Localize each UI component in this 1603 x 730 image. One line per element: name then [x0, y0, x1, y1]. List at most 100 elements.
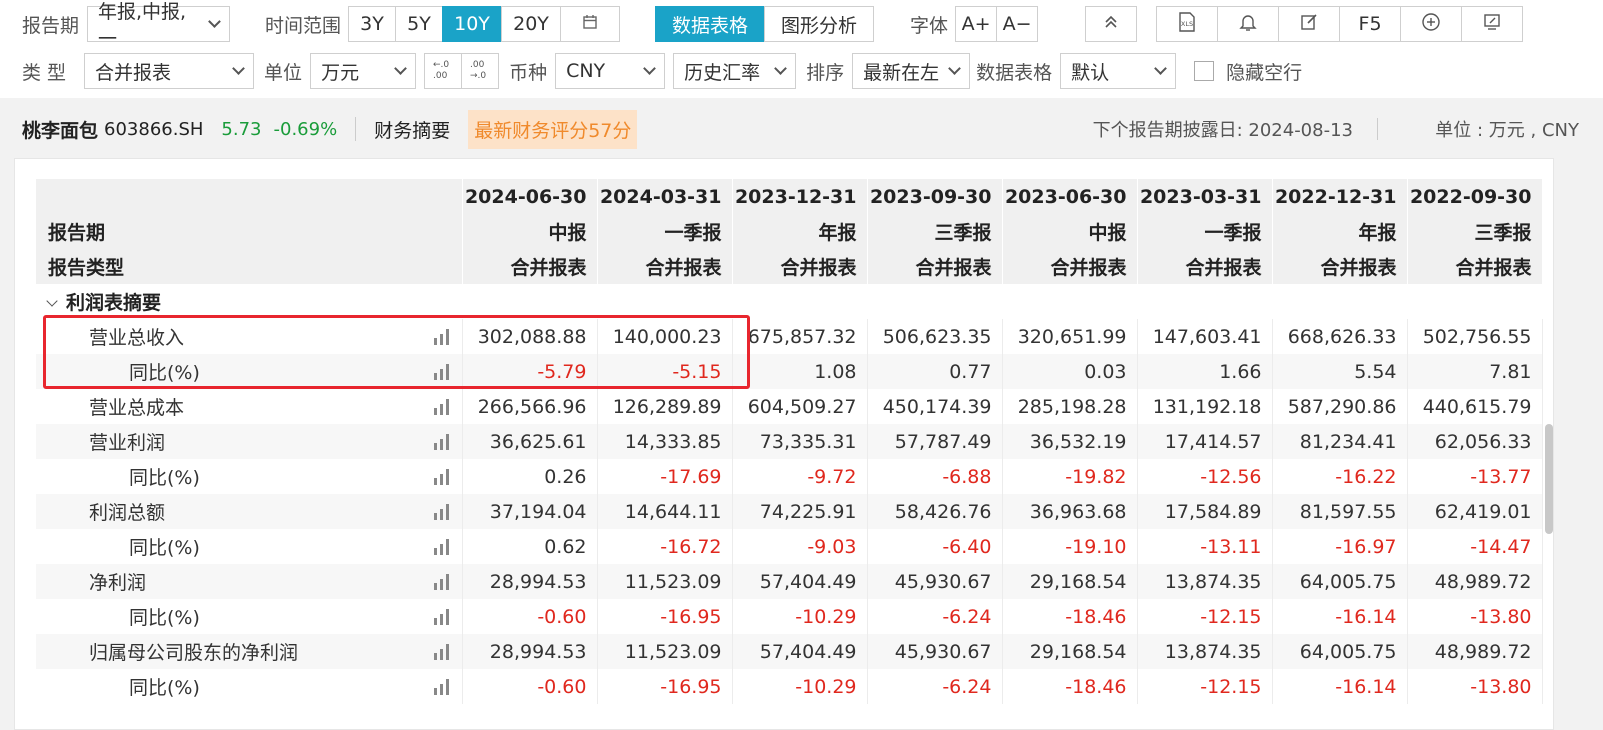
table-row[interactable]: 同比(%) 0.62 -16.72 -9.03 -6.40 -19.10 -13.11 -16… — [36, 529, 1543, 564]
table-cell: -13.11 — [1137, 529, 1273, 564]
alert-button[interactable] — [1217, 6, 1280, 42]
report-period-label: 报告期 — [22, 14, 80, 37]
stock-change: -0.69% — [273, 118, 338, 140]
calendar-button[interactable] — [560, 6, 621, 42]
edit-button[interactable] — [1278, 6, 1341, 42]
type-select[interactable]: 合并报表 — [84, 53, 255, 89]
unit-select[interactable]: 万元 — [310, 53, 417, 89]
table-cell: 0.03 — [1002, 354, 1138, 389]
table-cell: 266,566.96 — [462, 389, 598, 424]
currency-select[interactable]: CNY — [555, 53, 666, 89]
time-range-20y[interactable]: 20Y — [501, 6, 562, 42]
table-cell: 36,532.19 — [1002, 424, 1138, 459]
table-cell: -16.95 — [597, 599, 733, 634]
currency-label: 币种 — [509, 61, 548, 84]
table-cell: 302,088.88 — [462, 319, 598, 354]
section-toggle[interactable]: 利润表摘要 — [36, 284, 462, 319]
table-cell: -6.24 — [867, 669, 1003, 704]
bell-icon — [1238, 12, 1258, 37]
table-row[interactable]: 营业总成本 266,566.96 126,289.89 604,509.27 450,1… — [36, 389, 1543, 424]
add-button[interactable] — [1400, 6, 1463, 42]
bar-chart-icon[interactable] — [433, 539, 452, 555]
table-cell: -6.24 — [867, 599, 1003, 634]
column-period: 年报 — [1272, 214, 1408, 249]
table-cell: 57,404.49 — [732, 564, 868, 599]
bar-chart-icon[interactable] — [433, 399, 452, 415]
hide-empty-checkbox[interactable] — [1194, 61, 1215, 81]
table-cell: 285,198.28 — [1002, 389, 1138, 424]
row-label: 净利润 — [36, 564, 463, 599]
table-cell: -16.97 — [1272, 529, 1408, 564]
bar-chart-icon[interactable] — [433, 469, 452, 485]
table-row[interactable]: 同比(%) -5.79 -5.15 1.08 0.77 0.03 1.66 5.54 7.81 — [36, 354, 1543, 389]
header-label-period: 报告期 — [36, 214, 463, 249]
table-cell: 5.54 — [1272, 354, 1408, 389]
table-row[interactable]: 归属母公司股东的净利润 28,994.53 11,523.09 57,404.49 45… — [36, 634, 1543, 669]
table-cell: 29,168.54 — [1002, 564, 1138, 599]
bar-chart-icon[interactable] — [433, 364, 452, 380]
time-range-10y[interactable]: 10Y — [442, 6, 503, 42]
bar-chart-icon[interactable] — [433, 434, 452, 450]
export-excel-button[interactable]: XLS — [1156, 6, 1219, 42]
bar-chart-icon[interactable] — [433, 679, 452, 695]
row-label: 营业总收入 — [36, 319, 463, 354]
sort-select[interactable]: 最新在左 — [852, 53, 971, 89]
table-cell: -6.88 — [867, 459, 1003, 494]
type-value: 合并报表 — [95, 61, 172, 84]
table-cell: 28,994.53 — [462, 634, 598, 669]
header-corner — [36, 179, 463, 214]
table-row[interactable]: 同比(%) 0.26 -17.69 -9.72 -6.88 -19.82 -12.56 -16… — [36, 459, 1543, 494]
section-row[interactable]: 利润表摘要 — [36, 284, 1542, 319]
unit-label: 单位 — [264, 61, 303, 84]
table-cell: 450,174.39 — [867, 389, 1003, 424]
table-cell: -18.46 — [1002, 669, 1138, 704]
column-period: 中报 — [1002, 214, 1138, 249]
table-value: 默认 — [1071, 61, 1110, 84]
report-period-select[interactable]: 年报,中报,一 — [87, 1, 231, 50]
table-cell: 48,989.72 — [1407, 564, 1543, 599]
tab-chart-analysis[interactable]: 图形分析 — [764, 6, 875, 42]
column-date: 2022-12-31 — [1272, 179, 1408, 214]
vertical-scrollbar[interactable] — [1545, 424, 1553, 534]
row-label-text: 营业总成本 — [89, 397, 185, 419]
decimal-decrease-button[interactable]: ←.0.00 — [424, 53, 463, 89]
popout-button[interactable] — [1461, 6, 1524, 42]
table-row[interactable]: 营业总收入 302,088.88 140,000.23 675,857.32 506,6… — [36, 319, 1543, 354]
section-title: 财务摘要 — [374, 119, 451, 142]
divider — [1377, 118, 1378, 140]
view-tabs: 数据表格 图形分析 — [655, 6, 875, 42]
table-cell: 45,930.67 — [867, 634, 1003, 669]
table-row[interactable]: 同比(%) -0.60 -16.95 -10.29 -6.24 -18.46 -12.15-… — [36, 669, 1543, 704]
table-select[interactable]: 默认 — [1060, 53, 1177, 89]
bar-chart-icon[interactable] — [433, 504, 452, 520]
time-range-5y[interactable]: 5Y — [395, 6, 444, 42]
table-cell: 73,335.31 — [732, 424, 868, 459]
decimal-increase-button[interactable]: .00 →.0 — [461, 53, 500, 89]
score-badge[interactable]: 最新财务评分57分 — [468, 109, 638, 149]
row-label: 归属母公司股东的净利润 — [36, 634, 463, 669]
collapse-button[interactable] — [1085, 6, 1138, 42]
table-row[interactable]: 同比(%) -0.60 -16.95 -10.29 -6.24 -18.46 -12.15-… — [36, 599, 1543, 634]
column-type: 合并报表 — [867, 249, 1003, 284]
bar-chart-icon[interactable] — [433, 574, 452, 590]
chevron-down-icon — [948, 62, 961, 75]
table-row[interactable]: 营业利润 36,625.61 14,333.85 73,335.31 57,787.49… — [36, 424, 1543, 459]
column-type: 合并报表 — [732, 249, 868, 284]
table-row[interactable]: 净利润 28,994.53 11,523.09 57,404.49 45,930.67 2… — [36, 564, 1543, 599]
bar-chart-icon[interactable] — [433, 609, 452, 625]
table-cell: 64,005.75 — [1272, 634, 1408, 669]
svg-text:.00: .00 — [433, 71, 448, 81]
bar-chart-icon[interactable] — [433, 644, 452, 660]
refresh-f5-button[interactable]: F5 — [1339, 6, 1402, 42]
rate-select[interactable]: 历史汇率 — [673, 53, 797, 89]
table-cell: -10.29 — [732, 599, 868, 634]
column-date: 2023-06-30 — [1002, 179, 1138, 214]
svg-text:→.0: →.0 — [470, 71, 486, 81]
font-decrease-button[interactable]: A− — [996, 6, 1039, 42]
bar-chart-icon[interactable] — [433, 329, 452, 345]
time-range-3y[interactable]: 3Y — [348, 6, 397, 42]
tab-data-table[interactable]: 数据表格 — [655, 6, 766, 42]
font-increase-button[interactable]: A+ — [955, 6, 998, 42]
table-cell: -13.80 — [1407, 599, 1543, 634]
table-row[interactable]: 利润总额 37,194.04 14,644.11 74,225.91 58,426.76… — [36, 494, 1543, 529]
